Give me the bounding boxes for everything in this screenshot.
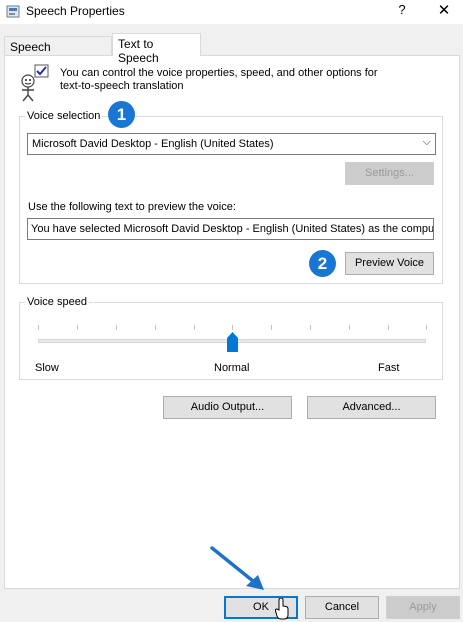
slider-tick [155,325,156,330]
slider-tick [349,325,350,330]
advanced-button[interactable]: Advanced... [307,396,436,419]
voice-select[interactable]: Microsoft David Desktop - English (Unite… [27,133,436,155]
slider-tick [194,325,195,330]
step-badge-2: 2 [309,250,336,277]
slider-tick [388,325,389,330]
intro-text: You can control the voice properties, sp… [60,67,378,92]
window-title: Speech Properties [26,4,125,18]
annotation-arrow-icon [210,546,264,590]
speed-fast-label: Fast [378,362,400,374]
voice-selection-legend: Voice selection [25,110,103,122]
speech-properties-app-icon [6,5,20,18]
speed-normal-label: Normal [214,362,250,374]
title-bar: Speech Properties ? ✕ [0,0,463,24]
preview-text-input[interactable]: You have selected Microsoft David Deskto… [27,218,434,240]
help-button[interactable]: ? [387,2,417,22]
step-badge-1: 1 [108,101,135,128]
close-button[interactable]: ✕ [427,1,461,23]
preview-voice-button[interactable]: Preview Voice [345,252,434,275]
voice-select-value: Microsoft David Desktop - English (Unite… [32,138,274,150]
slider-tick [232,325,233,330]
speed-slow-label: Slow [35,362,59,374]
mouse-pointer-icon [275,598,289,620]
speech-agent-icon [21,64,49,102]
slider-tick [38,325,39,330]
slider-tick [271,325,272,330]
preview-text-label: Use the following text to preview the vo… [28,201,236,213]
slider-tick [116,325,117,330]
slider-tick [310,325,311,330]
voice-speed-slider-thumb[interactable] [226,332,238,352]
cancel-button[interactable]: Cancel [305,596,379,619]
chevron-down-icon[interactable]: ⌵ [423,136,431,149]
apply-button[interactable]: Apply [386,596,460,619]
slider-tick [77,325,78,330]
voice-speed-legend: Voice speed [25,296,89,308]
tab-speech-recognition[interactable]: Speech Recognition [4,36,112,68]
settings-button[interactable]: Settings... [345,162,434,185]
tab-text-to-speech[interactable]: Text to Speech [112,33,201,65]
slider-tick [426,325,427,330]
audio-output-button[interactable]: Audio Output... [163,396,292,419]
